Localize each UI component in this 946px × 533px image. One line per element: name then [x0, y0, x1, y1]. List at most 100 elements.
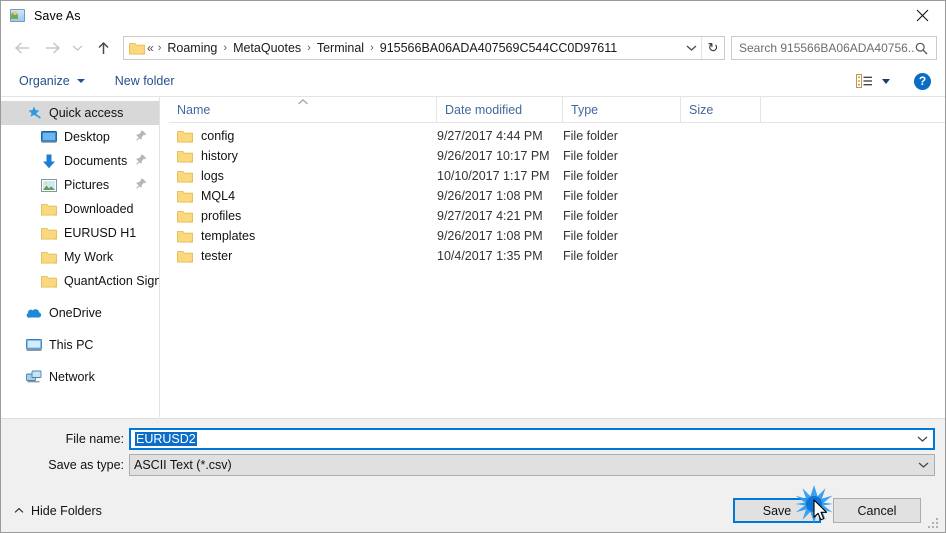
breadcrumb-separator: › [307, 42, 311, 54]
sidebar-item-onedrive[interactable]: OneDrive [1, 301, 159, 325]
file-name-value: EURUSD2 [135, 432, 197, 446]
breadcrumb-overflow[interactable]: « [145, 41, 156, 55]
file-name-input[interactable]: EURUSD2 [129, 428, 935, 450]
folder-icon [129, 41, 145, 55]
sidebar-label: Pictures [64, 178, 110, 192]
hide-folders-button[interactable]: Hide Folders [14, 504, 102, 518]
refresh-icon[interactable]: ↻ [701, 37, 724, 59]
breadcrumb-item-terminal[interactable]: Terminal [313, 41, 368, 55]
chevron-down-icon[interactable] [912, 461, 934, 469]
file-name-cell: tester [169, 249, 437, 263]
sidebar-item-pictures[interactable]: Pictures [1, 173, 159, 197]
pictures-icon [41, 177, 57, 193]
breadcrumb-item-guid[interactable]: 915566BA06ADA407569C544CC0D97611 [376, 41, 621, 55]
table-row[interactable]: config 9/27/2017 4:44 PM File folder [169, 126, 945, 146]
file-name-cell: templates [169, 229, 437, 243]
new-folder-label: New folder [114, 74, 175, 88]
star-pin-icon [26, 105, 42, 121]
file-name-row: File name: EURUSD2 [1, 428, 945, 450]
title-bar: Save As [1, 1, 945, 30]
breadcrumb: « › Roaming › MetaQuotes › Terminal › 91… [145, 37, 681, 59]
pin-icon[interactable] [136, 154, 147, 168]
pin-icon[interactable] [136, 178, 147, 192]
folder-icon [177, 169, 193, 183]
file-type: File folder [563, 129, 618, 143]
table-row[interactable]: logs 10/10/2017 1:17 PM File folder [169, 166, 945, 186]
sidebar-item-quick-access[interactable]: Quick access [1, 101, 159, 125]
search-placeholder: Search 915566BA06ADA40756... [739, 41, 915, 55]
toolbar-right-group: ? [856, 72, 931, 90]
breadcrumb-item-metaquotes[interactable]: MetaQuotes [229, 41, 305, 55]
file-date: 9/27/2017 4:44 PM [437, 129, 543, 143]
table-row[interactable]: profiles 9/27/2017 4:21 PM File folder [169, 206, 945, 226]
organize-button[interactable]: Organize [13, 70, 91, 92]
help-button[interactable]: ? [914, 72, 931, 90]
back-arrow-icon[interactable] [9, 35, 35, 61]
sidebar-label: Network [49, 370, 95, 384]
save-as-type-select[interactable]: ASCII Text (*.csv) [129, 454, 935, 476]
resize-grip[interactable] [928, 516, 941, 529]
cancel-button[interactable]: Cancel [833, 498, 921, 523]
new-folder-button[interactable]: New folder [109, 70, 181, 92]
save-as-type-row: Save as type: ASCII Text (*.csv) [1, 454, 945, 476]
column-header-size[interactable]: Size [681, 97, 761, 122]
address-dropdown-chevron-icon[interactable] [681, 37, 701, 59]
column-header-name[interactable]: Name [169, 97, 437, 122]
breadcrumb-separator: › [157, 42, 162, 54]
save-as-dialog: Save As « › Roaming › MetaQuotes › Termi… [0, 0, 946, 533]
breadcrumb-item-roaming[interactable]: Roaming [163, 41, 221, 55]
sidebar-item-network[interactable]: Network [1, 365, 159, 389]
table-row[interactable]: tester 10/4/2017 1:35 PM File folder [169, 246, 945, 266]
search-input[interactable]: Search 915566BA06ADA40756... [731, 36, 937, 60]
recent-locations-chevron-icon[interactable] [67, 35, 87, 61]
file-type: File folder [563, 169, 618, 183]
footer-buttons: Save Cancel [733, 498, 921, 523]
sidebar-item-desktop[interactable]: Desktop [1, 125, 159, 149]
navigation-bar: « › Roaming › MetaQuotes › Terminal › 91… [1, 30, 945, 66]
sidebar-item-documents[interactable]: Documents [1, 149, 159, 173]
sidebar-item-eurusd-h1[interactable]: EURUSD H1 [1, 221, 159, 245]
file-type: File folder [563, 189, 618, 203]
this-pc-icon [26, 337, 42, 353]
desktop-icon [41, 129, 57, 145]
sidebar-item-quantaction-signal[interactable]: QuantAction Signal [1, 269, 159, 293]
address-bar[interactable]: « › Roaming › MetaQuotes › Terminal › 91… [123, 36, 725, 60]
sidebar-item-this-pc[interactable]: This PC [1, 333, 159, 357]
close-icon[interactable] [899, 1, 945, 30]
table-row[interactable]: templates 9/26/2017 1:08 PM File folder [169, 226, 945, 246]
sidebar-label: This PC [49, 338, 94, 352]
file-name: profiles [201, 209, 242, 223]
column-header-type[interactable]: Type [563, 97, 681, 122]
table-row[interactable]: MQL4 9/26/2017 1:08 PM File folder [169, 186, 945, 206]
chevron-down-icon [76, 79, 85, 83]
sidebar-item-downloaded[interactable]: Downloaded [1, 197, 159, 221]
save-button[interactable]: Save [733, 498, 821, 523]
column-header-date-modified[interactable]: Date modified [437, 97, 563, 122]
sidebar-label: Quick access [49, 106, 124, 120]
up-arrow-icon[interactable] [90, 35, 116, 61]
sidebar-label: QuantAction Signal [64, 274, 159, 288]
chevron-up-icon [14, 507, 24, 514]
folder-icon [41, 273, 57, 289]
view-options-chevron-icon[interactable] [882, 78, 890, 84]
file-name-cell: history [169, 149, 437, 163]
file-date: 9/26/2017 1:08 PM [437, 229, 543, 243]
photo-person-icon [10, 8, 26, 24]
sidebar-splitter[interactable] [159, 97, 169, 417]
forward-arrow-icon[interactable] [39, 35, 65, 61]
file-name: logs [201, 169, 224, 183]
table-row[interactable]: history 9/26/2017 10:17 PM File folder [169, 146, 945, 166]
file-rows: config 9/27/2017 4:44 PM File folder his… [169, 123, 945, 417]
sidebar-label: Desktop [64, 130, 110, 144]
file-name-cell: profiles [169, 209, 437, 223]
chevron-down-icon[interactable] [911, 435, 933, 443]
file-name: MQL4 [201, 189, 236, 203]
sidebar-item-my-work[interactable]: My Work [1, 245, 159, 269]
list-view-icon[interactable] [856, 74, 890, 88]
pin-icon[interactable] [136, 130, 147, 144]
documents-down-arrow-icon [41, 153, 57, 169]
window-title: Save As [34, 8, 81, 23]
file-type: File folder [563, 229, 618, 243]
